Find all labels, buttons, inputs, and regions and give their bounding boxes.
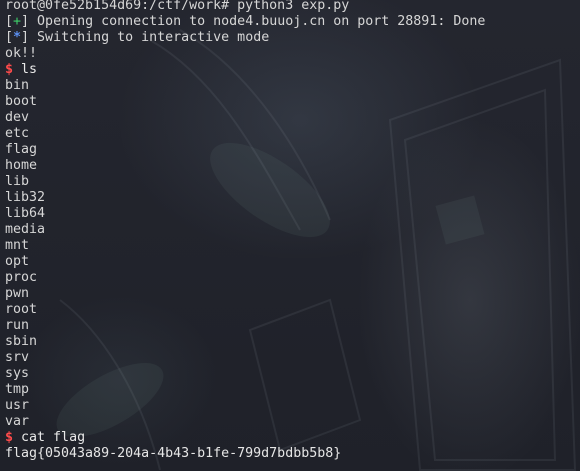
status-text: Opening connection to node4.buuoj.cn on … bbox=[29, 14, 486, 29]
status-plus-icon: + bbox=[13, 14, 22, 29]
terminal-output[interactable]: root@0fe52b154d69:/ctf/work# python3 exp… bbox=[5, 0, 485, 462]
prompt-line: $ ls bbox=[5, 62, 485, 78]
output-line: sys bbox=[5, 366, 30, 381]
output-line: boot bbox=[5, 94, 38, 109]
flag-output-line: flag{05043a89-204a-4b43-b1fe-799d7bdbb5b… bbox=[5, 446, 342, 461]
status-bracket-open: [ bbox=[5, 14, 14, 29]
prompt-dollar-icon: $ bbox=[5, 62, 14, 77]
output-line: tmp bbox=[5, 382, 30, 397]
output-line: etc bbox=[5, 126, 30, 141]
prompt-line: $ cat flag bbox=[5, 430, 485, 446]
output-line: root bbox=[5, 302, 38, 317]
status-line: [+] Opening connection to node4.buuoj.cn… bbox=[5, 14, 485, 30]
output-line: pwn bbox=[5, 286, 30, 301]
shell-command-line: root@0fe52b154d69:/ctf/work# python3 exp… bbox=[5, 0, 350, 13]
status-star-icon: * bbox=[13, 30, 22, 45]
output-line: run bbox=[5, 318, 30, 333]
output-line: media bbox=[5, 222, 46, 237]
output-line: bin bbox=[5, 78, 30, 93]
output-line: lib32 bbox=[5, 190, 46, 205]
output-line: lib64 bbox=[5, 206, 46, 221]
output-line: usr bbox=[5, 398, 30, 413]
output-line: mnt bbox=[5, 238, 30, 253]
status-line: [*] Switching to interactive mode bbox=[5, 30, 485, 46]
output-line: opt bbox=[5, 254, 30, 269]
status-text: Switching to interactive mode bbox=[29, 30, 270, 45]
output-line: ok!! bbox=[5, 46, 38, 61]
output-line: srv bbox=[5, 350, 30, 365]
status-bracket-close: ] bbox=[21, 14, 30, 29]
output-line: flag bbox=[5, 142, 38, 157]
terminal-window[interactable]: root@0fe52b154d69:/ctf/work# python3 exp… bbox=[0, 0, 580, 471]
output-line: proc bbox=[5, 270, 38, 285]
status-bracket-close: ] bbox=[21, 30, 30, 45]
command-text: cat flag bbox=[21, 430, 86, 445]
output-line: sbin bbox=[5, 334, 38, 349]
output-line: var bbox=[5, 414, 30, 429]
output-line: dev bbox=[5, 110, 30, 125]
status-bracket-open: [ bbox=[5, 30, 14, 45]
output-line: home bbox=[5, 158, 38, 173]
command-text: ls bbox=[21, 62, 38, 77]
prompt-dollar-icon: $ bbox=[5, 430, 14, 445]
output-line: lib bbox=[5, 174, 30, 189]
